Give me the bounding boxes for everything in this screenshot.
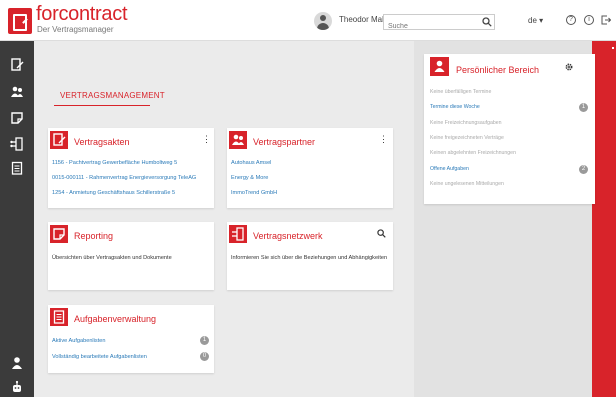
network-icon xyxy=(229,225,247,243)
partners-icon[interactable] xyxy=(10,85,24,99)
card-title[interactable]: Aufgabenverwaltung xyxy=(74,314,156,324)
title-underline xyxy=(54,105,150,106)
search-box xyxy=(383,14,495,34)
help-icon[interactable]: ? xyxy=(566,15,576,25)
personal-item-approved-contracts: Keine freigezeichneten Verträge xyxy=(430,135,504,141)
contract-link[interactable]: 0015-000111 - Rahmenvertrag Energieverso… xyxy=(52,175,196,181)
info-icon[interactable]: i xyxy=(584,15,594,25)
user-avatar[interactable] xyxy=(314,12,332,30)
card-vertragspartner: Vertragspartner ⋮ Autohaus Amsel Energy … xyxy=(227,128,393,208)
more-options-icon[interactable]: ⋮ xyxy=(202,134,211,144)
page-title: VERTRAGSMANAGEMENT xyxy=(60,91,165,100)
partners-icon xyxy=(229,131,247,149)
user-icon xyxy=(430,57,449,76)
sidebar xyxy=(0,41,34,397)
search-icon[interactable] xyxy=(482,17,492,27)
personal-item-approval-tasks: Keine Freizeichnungsaufgaben xyxy=(430,120,502,126)
contracts-icon xyxy=(50,131,68,149)
tasks-icon xyxy=(50,308,68,326)
partner-link[interactable]: ImmoTrend GmbH xyxy=(231,190,277,196)
gear-icon[interactable] xyxy=(565,63,573,71)
partner-link[interactable]: Energy & More xyxy=(231,175,268,181)
card-reporting: Reporting Übersichten über Vertragsakten… xyxy=(48,222,214,290)
reporting-icon[interactable] xyxy=(10,111,24,125)
personal-item-open-tasks[interactable]: Offene Aufgaben xyxy=(430,166,469,172)
reporting-icon xyxy=(50,225,68,243)
robot-icon[interactable] xyxy=(10,380,24,394)
user-icon[interactable] xyxy=(10,356,24,370)
card-title[interactable]: Vertragspartner xyxy=(253,137,315,147)
task-list-link[interactable]: Aktive Aufgabenlisten xyxy=(52,338,106,344)
contracts-icon[interactable] xyxy=(10,58,24,72)
brand-prefix: for xyxy=(36,3,59,25)
search-icon[interactable] xyxy=(377,229,386,238)
personal-area-card: Persönlicher Bereich Keine überfälligen … xyxy=(424,54,595,204)
partner-link[interactable]: Autohaus Amsel xyxy=(231,160,271,166)
personal-area-title: Persönlicher Bereich xyxy=(456,65,540,75)
more-options-icon[interactable]: ⋮ xyxy=(379,134,388,144)
count-badge: 2 xyxy=(579,165,588,174)
card-title[interactable]: Reporting xyxy=(74,231,113,241)
tasks-icon[interactable] xyxy=(10,161,24,175)
personal-item-overdue: Keine überfälligen Termine xyxy=(430,89,492,95)
count-badge: 0 xyxy=(200,352,209,361)
count-badge: 1 xyxy=(200,336,209,345)
brand-tagline: Der Vertragsmanager xyxy=(37,25,114,34)
logout-icon[interactable] xyxy=(601,15,611,25)
right-red-strip xyxy=(592,41,616,397)
search-input[interactable] xyxy=(384,19,474,34)
contract-link[interactable]: 1156 - Pachtvertrag Gewerbefläche Humbol… xyxy=(52,160,177,166)
card-description: Übersichten über Vertragsakten und Dokum… xyxy=(52,255,172,261)
card-title[interactable]: Vertragsakten xyxy=(74,137,130,147)
card-description: Informieren Sie sich über die Beziehunge… xyxy=(231,255,388,261)
forcontract-logo-icon[interactable] xyxy=(8,8,32,34)
app-header: forcontract Der Vertragsmanager Theodor … xyxy=(0,0,616,41)
contract-link[interactable]: 1254 - Anmietung Geschäftshaus Schillers… xyxy=(52,190,175,196)
card-title[interactable]: Vertragsnetzwerk xyxy=(253,231,323,241)
card-vertragsakten: Vertragsakten ⋮ 1156 - Pachtvertrag Gewe… xyxy=(48,128,214,208)
language-select[interactable]: de ▾ xyxy=(528,16,543,25)
personal-item-this-week[interactable]: Termine diese Woche xyxy=(430,104,480,110)
count-badge: 1 xyxy=(579,103,588,112)
card-vertragsnetzwerk: Vertragsnetzwerk Informieren Sie sich üb… xyxy=(227,222,393,290)
personal-item-messages: Keine ungelesenen Mitteilungen xyxy=(430,181,504,187)
brand-suffix: contract xyxy=(58,3,128,25)
brand-name: forcontract xyxy=(36,3,128,25)
personal-item-rejected: Keinen abgelehnten Freizeichnungen xyxy=(430,150,516,156)
task-list-link[interactable]: Vollständig bearbeitete Aufgabenlisten xyxy=(52,354,147,360)
card-aufgabenverwaltung: Aufgabenverwaltung Aktive Aufgabenlisten… xyxy=(48,305,214,373)
network-icon[interactable] xyxy=(10,137,24,151)
